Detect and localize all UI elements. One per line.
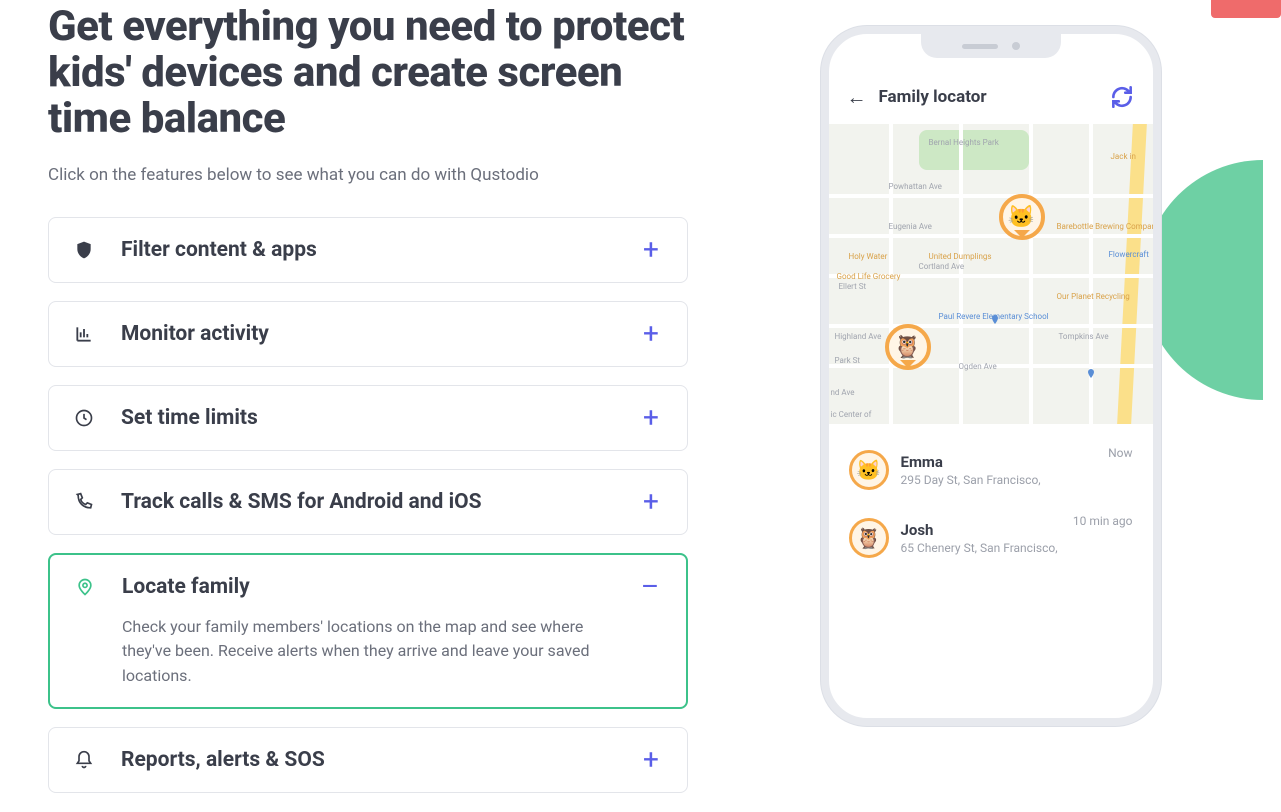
collapse-icon: – xyxy=(638,573,662,601)
map-label: Park St xyxy=(835,356,860,365)
family-address: 65 Chenery St, San Francisco, xyxy=(901,541,1133,555)
family-list: 🐱 Emma 295 Day St, San Francisco, Now 🦉 … xyxy=(829,424,1153,584)
app-header: ← Family locator xyxy=(829,70,1153,124)
map-poi-label: Flowercraft xyxy=(1109,250,1149,259)
phone-notch xyxy=(921,34,1061,58)
map-pin-icon xyxy=(989,312,1001,328)
decorative-green-shape xyxy=(1143,160,1263,400)
accordion-item-reports[interactable]: Reports, alerts & SOS + xyxy=(48,727,688,793)
accordion-title: Monitor activity xyxy=(121,322,613,346)
accordion-title: Set time limits xyxy=(121,406,613,430)
avatar: 🦉 xyxy=(849,518,889,558)
expand-icon: + xyxy=(639,320,663,348)
shield-icon xyxy=(73,239,95,261)
app-header-title: Family locator xyxy=(879,87,1097,107)
expand-icon: + xyxy=(639,236,663,264)
map[interactable]: Bernal Heights Park Powhattan Ave Eugeni… xyxy=(829,124,1153,424)
accordion-title: Filter content & apps xyxy=(121,238,613,262)
map-label: Powhattan Ave xyxy=(889,182,942,191)
chart-icon xyxy=(73,323,95,345)
map-poi-label: Our Planet Recycling xyxy=(1057,292,1130,301)
map-label: Ellert St xyxy=(839,282,867,291)
family-list-item[interactable]: 🦉 Josh 65 Chenery St, San Francisco, 10 … xyxy=(845,504,1137,572)
map-label: Tompkins Ave xyxy=(1059,332,1109,341)
map-poi-label: Barebottle Brewing Company xyxy=(1057,222,1153,231)
accordion-item-timelimits[interactable]: Set time limits + xyxy=(48,385,688,451)
map-poi-label: Jack in xyxy=(1111,152,1136,161)
map-label: Highland Ave xyxy=(835,332,882,341)
map-pin-icon xyxy=(1085,366,1097,382)
accordion-title: Locate family xyxy=(122,575,612,599)
expand-icon: + xyxy=(639,746,663,774)
map-poi-label: Good Life Grocery xyxy=(837,272,901,281)
back-arrow-icon[interactable]: ← xyxy=(847,85,867,110)
map-avatar-pin-emma[interactable]: 🐱 xyxy=(999,194,1045,240)
avatar: 🐱 xyxy=(849,450,889,490)
page-title: Get everything you need to protect kids'… xyxy=(48,4,688,143)
page-subtitle: Click on the features below to see what … xyxy=(48,165,688,185)
accordion-title: Track calls & SMS for Android and iOS xyxy=(121,490,613,514)
accordion-item-locate[interactable]: Locate family – Check your family member… xyxy=(48,553,688,709)
expand-icon: + xyxy=(639,488,663,516)
clock-icon xyxy=(73,407,95,429)
family-list-item[interactable]: 🐱 Emma 295 Day St, San Francisco, Now xyxy=(845,436,1137,504)
map-label: Bernal Heights Park xyxy=(929,138,999,147)
accordion-item-calls[interactable]: Track calls & SMS for Android and iOS + xyxy=(48,469,688,535)
accordion-body: Check your family members' locations on … xyxy=(122,615,622,689)
map-park-area xyxy=(919,130,1029,170)
map-label: nd Ave xyxy=(831,388,855,397)
refresh-icon[interactable] xyxy=(1109,84,1135,110)
bell-icon xyxy=(73,749,95,771)
family-time: 10 min ago xyxy=(1073,514,1133,528)
map-label: Cortland Ave xyxy=(919,262,965,271)
map-label: ic Center of xyxy=(831,410,872,419)
family-address: 295 Day St, San Francisco, xyxy=(901,473,1133,487)
accordion-item-filter[interactable]: Filter content & apps + xyxy=(48,217,688,283)
phone-mockup: ← Family locator xyxy=(821,26,1161,726)
location-pin-icon xyxy=(74,576,96,598)
phone-icon xyxy=(73,491,95,513)
accordion-title: Reports, alerts & SOS xyxy=(121,748,613,772)
map-avatar-pin-josh[interactable]: 🦉 xyxy=(885,324,931,370)
expand-icon: + xyxy=(639,404,663,432)
accordion-item-monitor[interactable]: Monitor activity + xyxy=(48,301,688,367)
features-accordion: Filter content & apps + Monitor activity… xyxy=(48,217,688,793)
map-poi-label: United Dumplings xyxy=(929,252,992,261)
map-label: Eugenia Ave xyxy=(889,222,932,231)
family-time: Now xyxy=(1108,446,1132,460)
family-name: Emma xyxy=(901,453,1133,471)
map-label: Ogden Ave xyxy=(959,362,997,371)
map-poi-label: Holy Water xyxy=(849,252,888,261)
